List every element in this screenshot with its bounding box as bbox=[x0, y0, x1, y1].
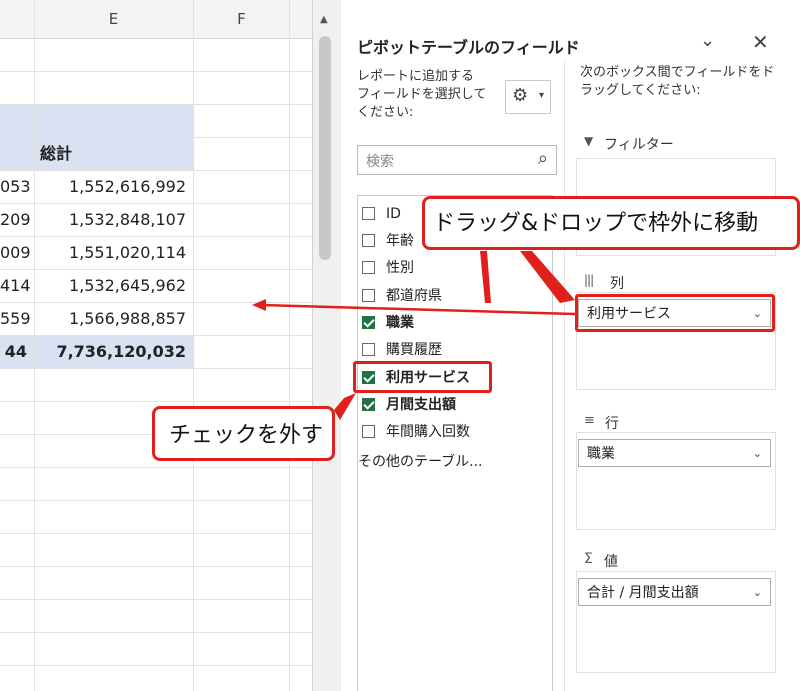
highlight-service-field bbox=[353, 361, 492, 393]
annotation-arrows bbox=[252, 251, 576, 420]
uncheck-callout: チェックを外す bbox=[152, 406, 335, 461]
drag-callout: ドラッグ&ドロップで枠外に移動 bbox=[422, 196, 800, 250]
highlight-columns-field bbox=[575, 294, 775, 332]
